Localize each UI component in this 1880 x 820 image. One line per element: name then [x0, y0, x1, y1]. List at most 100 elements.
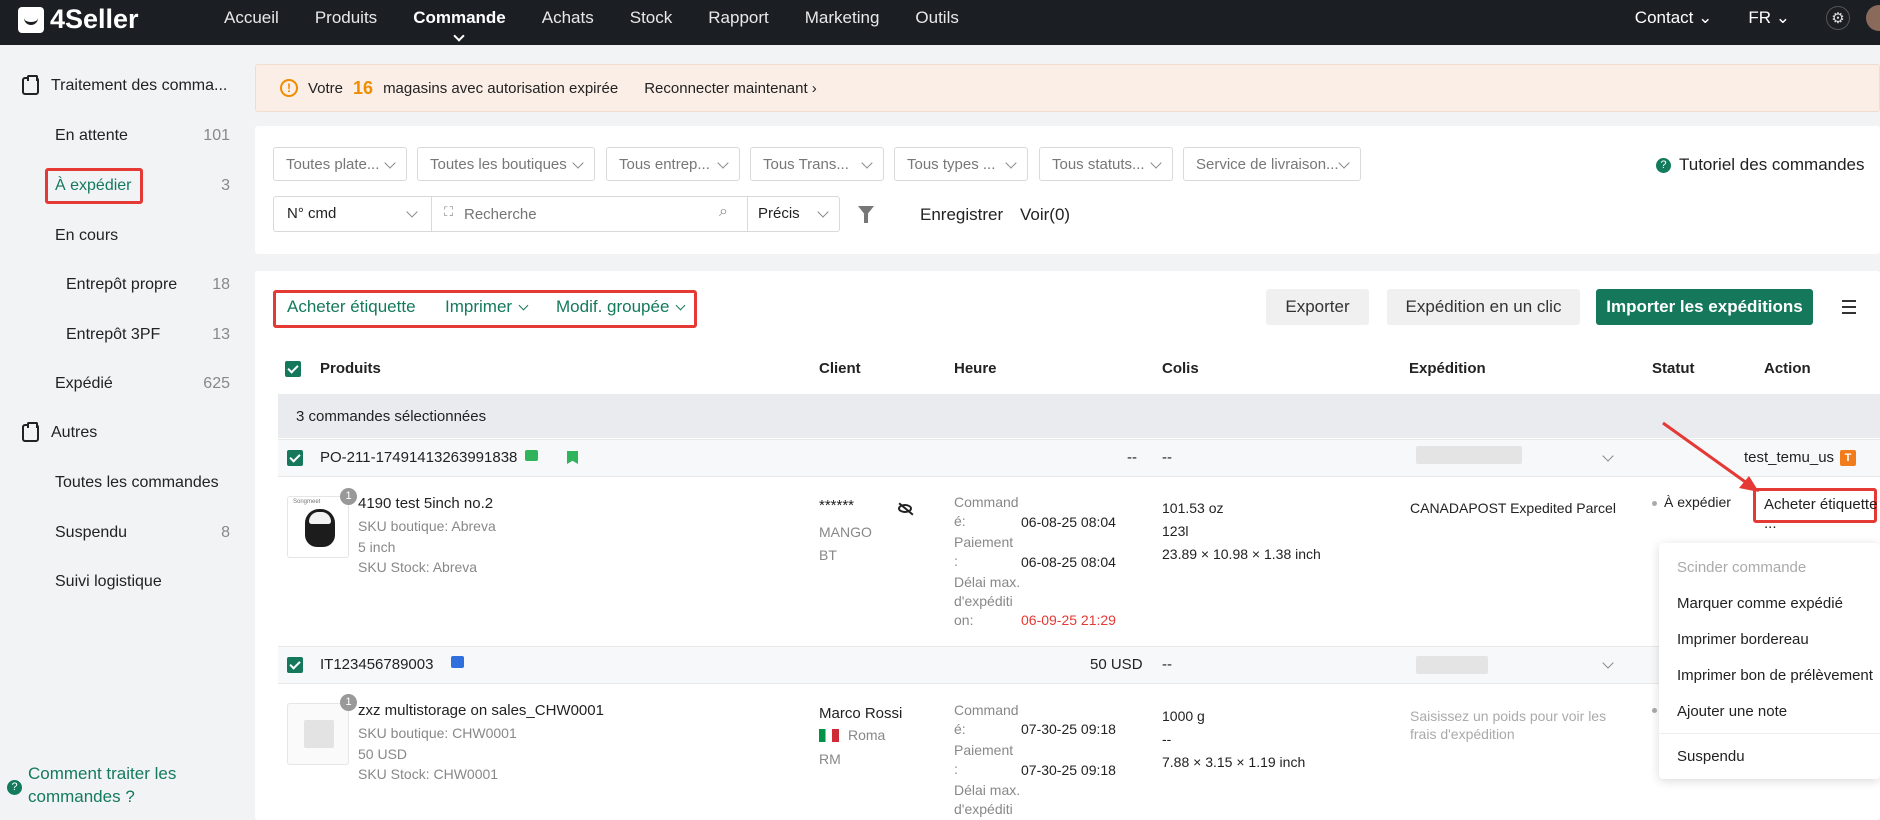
avatar[interactable]	[1866, 4, 1880, 31]
sidebar-item-en-attente[interactable]: En attente 101	[55, 127, 230, 145]
order-checkbox[interactable]	[287, 450, 303, 466]
sidebar-group-autres[interactable]: Autres	[22, 422, 97, 442]
order-id[interactable]: IT123456789003	[320, 656, 433, 673]
sku-shop: SKU boutique: CHW0001	[358, 725, 517, 741]
search-field-select[interactable]: N° cmd	[287, 205, 336, 222]
logo-text: 4Seller	[50, 4, 139, 34]
col-produits: Produits	[320, 360, 381, 377]
blurred-shipping-select[interactable]	[1416, 656, 1488, 674]
colis-size: 123l	[1162, 523, 1189, 539]
help-link[interactable]: ? Comment traiter les commandes ?	[7, 762, 176, 808]
search-icon[interactable]: ⌕	[719, 203, 728, 221]
time-label: Command	[954, 494, 1019, 510]
eye-hidden-icon[interactable]	[898, 504, 912, 513]
chevron-down-icon	[817, 206, 829, 218]
colis-dimensions: 23.89 × 10.98 × 1.38 inch	[1162, 546, 1321, 562]
nav-rapport[interactable]: Rapport	[708, 8, 768, 28]
warehouse-select[interactable]: Tous entrep...	[606, 147, 740, 181]
delivery-service-select[interactable]: Service de livraison...	[1183, 147, 1361, 181]
nav-stock[interactable]: Stock	[630, 8, 673, 28]
order-colis-head: --	[1162, 449, 1172, 466]
nav-commande[interactable]: Commande	[413, 8, 506, 28]
shipping-method[interactable]: CANADAPOST Expedited Parcel	[1410, 500, 1616, 516]
time-label: Command	[954, 702, 1019, 718]
status-select[interactable]: Tous statuts...	[1039, 147, 1173, 181]
sidebar-item-en-cours[interactable]: En cours	[55, 227, 230, 245]
platform-select[interactable]: Toutes plate...	[273, 147, 407, 181]
tutorial-link[interactable]: ? Tutoriel des commandes	[1656, 155, 1865, 175]
calendar-icon[interactable]	[451, 656, 464, 668]
match-mode-select[interactable]: Précis	[758, 205, 800, 222]
colis-dimensions: 7.88 × 3.15 × 1.19 inch	[1162, 754, 1306, 770]
sidebar-item-suivi[interactable]: Suivi logistique	[55, 573, 230, 591]
sidebar-item-expedie[interactable]: Expédié 625	[55, 375, 230, 393]
store-select[interactable]: Toutes les boutiques	[417, 147, 595, 181]
scan-icon[interactable]: ⛶	[444, 204, 453, 220]
menu-item-add-note[interactable]: Ajouter une note	[1677, 703, 1787, 720]
sidebar-item-toutes[interactable]: Toutes les commandes	[55, 474, 230, 492]
language-menu[interactable]: FR ⌄	[1748, 8, 1790, 28]
main-nav: Accueil Produits Commande Achats Stock R…	[224, 0, 995, 35]
colis-size: --	[1162, 731, 1172, 747]
menu-item-print-slip[interactable]: Imprimer bordereau	[1677, 631, 1809, 648]
nav-outils[interactable]: Outils	[915, 8, 958, 28]
menu-item-split[interactable]: Scinder commande	[1677, 559, 1806, 576]
col-heure: Heure	[954, 360, 997, 377]
time-label: Délai max.	[954, 574, 1021, 590]
view-saved-button[interactable]: Voir(0)	[1020, 205, 1070, 225]
order-checkbox[interactable]	[287, 657, 303, 673]
one-click-ship-button[interactable]: Expédition en un clic	[1387, 289, 1580, 325]
help-line-1: Comment traiter les	[28, 764, 177, 783]
client-region: BT	[819, 547, 837, 563]
sidebar-item-suspendu[interactable]: Suspendu 8	[55, 524, 230, 542]
sidebar-item-a-expedier[interactable]: À expédier 3	[55, 177, 230, 195]
blurred-shipping-select[interactable]	[1416, 446, 1522, 464]
menu-item-print-picking[interactable]: Imprimer bon de prélèvement	[1677, 667, 1873, 684]
buy-label-action[interactable]: Acheter étiquette	[1764, 496, 1877, 513]
print-menu[interactable]: Imprimer	[445, 297, 529, 317]
time-label: d'expéditi	[954, 593, 1013, 609]
quantity-badge: 1	[340, 488, 357, 505]
contact-menu[interactable]: Contact ⌄	[1635, 8, 1713, 28]
order-header-row	[278, 646, 1880, 684]
col-expedition: Expédition	[1409, 360, 1486, 377]
more-actions[interactable]: ...	[1764, 515, 1777, 532]
time-label: :	[954, 553, 958, 569]
nav-produits[interactable]: Produits	[315, 8, 377, 28]
menu-item-suspend[interactable]: Suspendu	[1677, 748, 1745, 765]
column-settings-icon[interactable]	[1842, 300, 1856, 314]
message-icon[interactable]	[525, 450, 538, 461]
search-group: N° cmd ⛶ ⌕ Précis	[273, 196, 840, 232]
product-thumbnail-placeholder[interactable]	[287, 703, 349, 765]
export-button[interactable]: Exporter	[1266, 289, 1369, 325]
sidebar-group-processing[interactable]: Traitement des comma...	[22, 75, 227, 95]
order-id[interactable]: PO-211-17491413263991838	[320, 449, 517, 466]
nav-accueil[interactable]: Accueil	[224, 8, 279, 28]
menu-item-mark-shipped[interactable]: Marquer comme expédié	[1677, 595, 1843, 612]
clipboard-icon	[22, 422, 39, 442]
carrier-select[interactable]: Tous Trans...	[750, 147, 884, 181]
nav-achats[interactable]: Achats	[542, 8, 594, 28]
chevron-down-icon	[675, 300, 686, 310]
app-logo[interactable]: 4Seller	[18, 4, 139, 35]
search-input[interactable]	[464, 198, 674, 230]
product-thumbnail[interactable]: Songmeet	[287, 496, 349, 558]
time-label: Délai max.	[954, 782, 1021, 798]
nav-marketing[interactable]: Marketing	[805, 8, 880, 28]
bulk-edit-menu[interactable]: Modif. groupée	[556, 297, 686, 317]
product-title[interactable]: 4190 test 5inch no.2	[358, 495, 493, 512]
image-placeholder-icon	[304, 720, 334, 748]
filter-icon[interactable]	[858, 206, 874, 223]
import-shipments-button[interactable]: Importer les expéditions	[1596, 289, 1813, 325]
type-select[interactable]: Tous types ...	[894, 147, 1028, 181]
select-all-checkbox[interactable]	[285, 361, 301, 377]
sidebar-item-entrepot-propre[interactable]: Entrepôt propre 18	[66, 276, 230, 294]
sidebar-item-entrepot-3pf[interactable]: Entrepôt 3PF 13	[66, 326, 230, 344]
client-name: Marco Rossi	[819, 705, 903, 722]
buy-label-button[interactable]: Acheter étiquette	[287, 297, 416, 317]
save-filter-button[interactable]: Enregistrer	[920, 205, 1003, 225]
shipping-hint: Saisissez un poids pour voir les	[1410, 708, 1607, 724]
gear-icon[interactable]: ⚙	[1826, 5, 1850, 30]
reconnect-link[interactable]: Reconnecter maintenant ›	[644, 80, 817, 97]
product-title[interactable]: zxz multistorage on sales_CHW0001	[358, 702, 604, 719]
